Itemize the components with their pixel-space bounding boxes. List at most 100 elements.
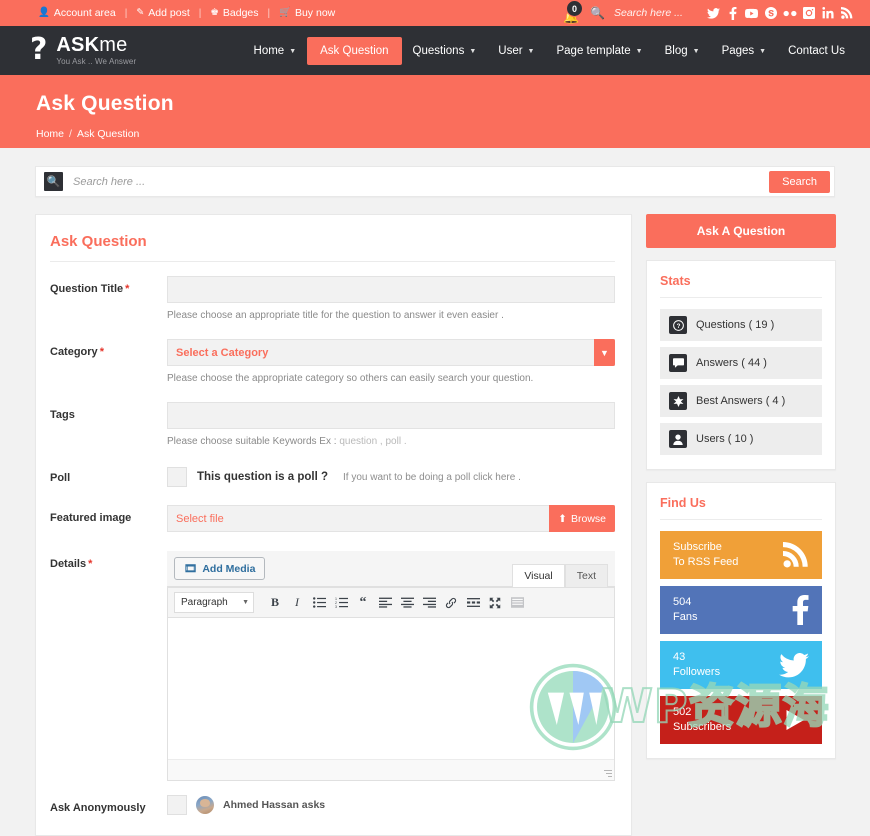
- add-media-button[interactable]: 🎞 Add Media: [174, 557, 266, 580]
- breadcrumb-separator: /: [69, 128, 72, 140]
- chevron-down-icon: ▼: [692, 48, 700, 55]
- user-icon: 👤: [38, 7, 50, 19]
- category-select[interactable]: Select a Category ▼: [167, 339, 615, 366]
- comment-icon: [669, 354, 687, 372]
- youtube-icon[interactable]: [742, 8, 761, 19]
- instagram-icon[interactable]: [799, 7, 818, 19]
- notifications-button[interactable]: 🔔 0: [558, 0, 584, 26]
- stat-item-questions[interactable]: ? Questions ( 19 ): [660, 309, 822, 341]
- chevron-down-icon: ▼: [469, 48, 477, 55]
- tags-input[interactable]: [167, 402, 615, 429]
- more-tag-icon[interactable]: [462, 592, 484, 613]
- chevron-down-icon: ▼: [242, 599, 249, 606]
- numbered-list-icon[interactable]: 123: [330, 592, 352, 613]
- tab-text[interactable]: Text: [564, 564, 608, 587]
- search-icon[interactable]: 🔍: [590, 6, 605, 20]
- blockquote-icon[interactable]: “: [352, 592, 374, 613]
- social-box-facebook[interactable]: 504 Fans: [660, 586, 822, 634]
- editor-top-bar: 🎞 Add Media Visual Text: [167, 551, 615, 587]
- brand-tagline: You Ask .. We Answer: [56, 57, 137, 66]
- ask-question-form: Ask Question Question Title * Please choo…: [35, 214, 632, 836]
- nav-item-ask-question[interactable]: Ask Question: [307, 36, 402, 65]
- breadcrumb-home[interactable]: Home: [36, 128, 64, 140]
- social-box-rss[interactable]: Subscribe To RSS Feed: [660, 531, 822, 579]
- nav-item-questions[interactable]: Questions ▼: [402, 37, 488, 65]
- nav-item-contact-us[interactable]: Contact Us: [777, 37, 856, 65]
- chevron-down-icon: ▼: [635, 48, 643, 55]
- browse-button[interactable]: ⬆ Browse: [549, 505, 615, 532]
- social-box-twitter[interactable]: 43 Followers: [660, 641, 822, 689]
- align-left-icon[interactable]: [374, 592, 396, 613]
- author-name: Ahmed Hassan asks: [223, 799, 326, 811]
- bulleted-list-icon[interactable]: [308, 592, 330, 613]
- linkedin-icon[interactable]: [818, 7, 837, 19]
- chevron-down-icon[interactable]: ▼: [594, 339, 615, 366]
- rss-icon[interactable]: [837, 7, 856, 19]
- top-link-label: Badges: [222, 7, 259, 19]
- separator: |: [267, 7, 271, 19]
- kitchen-sink-icon[interactable]: [506, 592, 528, 613]
- question-mark-icon: ?: [669, 316, 687, 334]
- stat-item-best-answers[interactable]: Best Answers ( 4 ): [660, 385, 822, 417]
- widget-title: Find Us: [660, 496, 706, 510]
- field-featured-image: Featured image Select file ⬆ Browse: [50, 505, 615, 549]
- top-link-badges[interactable]: ♚ Badges: [210, 7, 258, 19]
- field-hint: Please choose an appropriate title for t…: [167, 310, 504, 321]
- rss-icon: [783, 542, 809, 568]
- facebook-icon[interactable]: [723, 6, 742, 20]
- fullscreen-icon[interactable]: [484, 592, 506, 613]
- site-logo[interactable]: ? ASKme You Ask .. We Answer: [30, 34, 137, 66]
- align-center-icon[interactable]: [396, 592, 418, 613]
- pencil-icon: ✎: [136, 7, 145, 19]
- social-box-youtube[interactable]: 502 Subscribers: [660, 696, 822, 744]
- editor-content-area[interactable]: [168, 618, 614, 760]
- top-link-label: Buy now: [294, 7, 336, 19]
- question-title-input[interactable]: [167, 276, 615, 303]
- social-box-line2: To RSS Feed: [673, 556, 739, 568]
- form-title: Ask Question: [50, 233, 147, 250]
- twitter-icon[interactable]: [704, 7, 723, 19]
- search-button[interactable]: Search: [769, 170, 830, 193]
- top-link-account-area[interactable]: 👤 Account area: [38, 7, 116, 19]
- facebook-icon: [792, 595, 809, 625]
- required-marker: *: [99, 346, 104, 358]
- format-select[interactable]: Paragraph ▼: [174, 592, 254, 613]
- nav-item-home[interactable]: Home ▼: [243, 37, 308, 65]
- avatar: [196, 796, 214, 814]
- separator: |: [198, 7, 202, 19]
- nav-item-pages[interactable]: Pages ▼: [711, 37, 778, 65]
- stat-item-users[interactable]: Users ( 10 ): [660, 423, 822, 455]
- field-label: Question Title *: [50, 283, 130, 295]
- field-label: Details *: [50, 558, 93, 570]
- stat-item-answers[interactable]: Answers ( 44 ): [660, 347, 822, 379]
- field-details: Details * 🎞 Add Media Visual Text Paragr…: [50, 551, 615, 781]
- top-bar: 👤 Account area | ✎ Add post | ♚ Badges |…: [0, 0, 870, 26]
- align-right-icon[interactable]: [418, 592, 440, 613]
- separator: |: [124, 7, 128, 19]
- flickr-icon[interactable]: [780, 10, 799, 17]
- poll-checkbox[interactable]: [167, 467, 187, 487]
- file-input[interactable]: Select file ⬆ Browse: [167, 505, 615, 532]
- nav-item-page-template[interactable]: Page template ▼: [545, 37, 653, 65]
- italic-icon[interactable]: I: [286, 592, 308, 613]
- search-input[interactable]: [71, 174, 770, 189]
- nav-item-blog[interactable]: Blog ▼: [654, 37, 711, 65]
- field-label: Category *: [50, 346, 104, 358]
- main-navbar: ? ASKme You Ask .. We Answer Home ▼ Ask Q…: [0, 26, 870, 78]
- bold-icon[interactable]: B: [264, 592, 286, 613]
- link-icon[interactable]: [440, 592, 462, 613]
- skype-icon[interactable]: [761, 7, 780, 19]
- top-link-add-post[interactable]: ✎ Add post: [136, 7, 189, 19]
- editor-status-bar: [168, 760, 614, 780]
- nav-item-user[interactable]: User ▼: [487, 37, 545, 65]
- tab-visual[interactable]: Visual: [512, 564, 565, 587]
- social-box-line1: 504: [673, 596, 692, 609]
- anonymous-checkbox[interactable]: [167, 795, 187, 815]
- star-icon: [669, 392, 687, 410]
- ask-a-question-button[interactable]: Ask A Question: [646, 214, 836, 248]
- top-search-input[interactable]: [612, 6, 696, 20]
- top-link-buy-now[interactable]: 🛒 Buy now: [279, 7, 335, 19]
- anonymous-row: Ahmed Hassan asks: [167, 795, 615, 815]
- cart-icon: 🛒: [279, 7, 291, 19]
- resize-handle-icon[interactable]: [604, 770, 612, 778]
